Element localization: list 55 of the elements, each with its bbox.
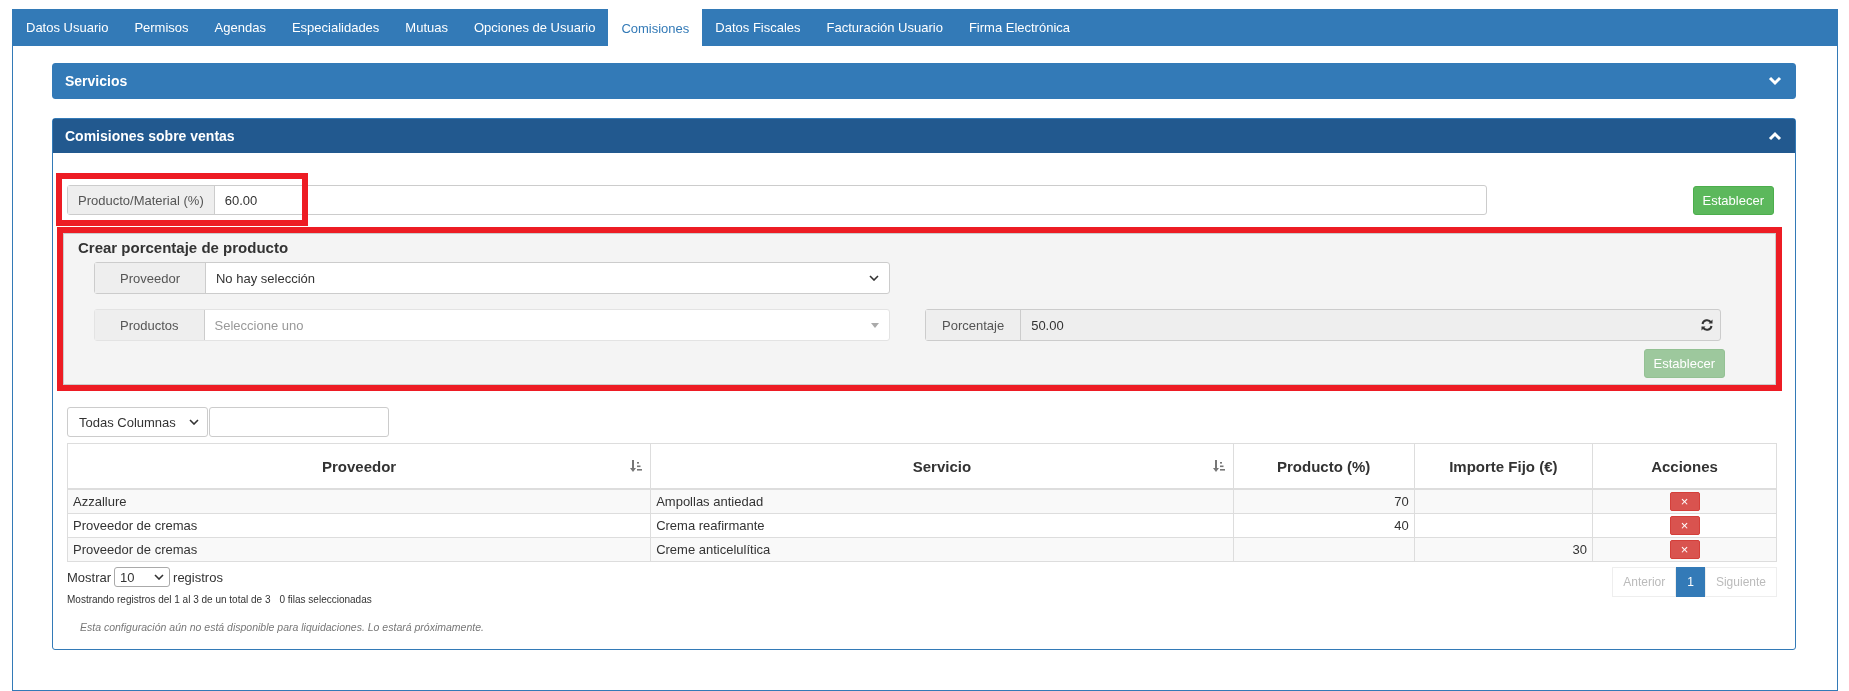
tab[interactable]: Datos Usuario bbox=[13, 9, 122, 46]
select-value: Todas Columnas bbox=[79, 414, 176, 430]
delete-button[interactable]: × bbox=[1669, 540, 1700, 559]
field-label: Producto/Material (%) bbox=[68, 186, 215, 214]
products-select[interactable]: Productos Seleccione uno bbox=[94, 309, 890, 341]
table-cell: 70 bbox=[1394, 494, 1409, 509]
tab[interactable]: Agendas bbox=[201, 9, 279, 46]
caret-icon bbox=[154, 574, 165, 580]
supplier-select[interactable]: Proveedor No hay selección bbox=[94, 262, 890, 294]
delete-button[interactable]: × bbox=[1669, 516, 1700, 535]
chevron-down-icon bbox=[1768, 76, 1782, 86]
panel-title: Servicios bbox=[65, 73, 128, 89]
sort-icon[interactable] bbox=[630, 460, 643, 472]
tab[interactable]: Comisiones bbox=[608, 9, 703, 46]
table-cell: 40 bbox=[1394, 518, 1409, 533]
tab[interactable]: Datos Fiscales bbox=[702, 9, 814, 46]
tab[interactable]: Especialidades bbox=[278, 9, 393, 46]
delete-button[interactable]: × bbox=[1669, 492, 1700, 511]
chevron-up-icon bbox=[1768, 131, 1782, 141]
percentage-field[interactable]: Producto/Material (%) 60.00 bbox=[67, 185, 1487, 215]
set-button[interactable]: Establecer bbox=[1692, 185, 1774, 215]
panel-title: Comisiones sobre ventas bbox=[65, 128, 235, 144]
select-placeholder: Seleccione uno bbox=[214, 317, 304, 333]
sort-icon[interactable] bbox=[1212, 460, 1225, 472]
panel-header[interactable]: Comisiones sobre ventas bbox=[53, 119, 1795, 153]
select-value: No hay selección bbox=[216, 270, 315, 286]
caret-icon bbox=[871, 322, 879, 328]
search-field[interactable] bbox=[209, 407, 389, 437]
tab[interactable]: Facturación Usuario bbox=[813, 9, 956, 46]
tab[interactable]: Opciones de Usuario bbox=[461, 9, 609, 46]
caret-icon bbox=[869, 275, 879, 281]
section-title: Crear porcentaje de producto bbox=[78, 239, 290, 256]
table-cell: Proveedor de cremas bbox=[73, 542, 198, 557]
tab[interactable]: Firma Electrónica bbox=[955, 9, 1084, 46]
page-size-select[interactable]: 10 bbox=[114, 567, 171, 587]
table-cell: Azzallure bbox=[73, 494, 127, 509]
caret-icon bbox=[189, 419, 199, 425]
table-cell: Crema reafirmante bbox=[656, 518, 765, 533]
tab[interactable]: Permisos bbox=[121, 9, 202, 46]
show-label: Mostrar bbox=[67, 569, 112, 585]
pagination-button[interactable]: 1 bbox=[1676, 567, 1705, 597]
records-info: Mostrando registros del 1 al 3 de un total de 3 bbox=[67, 594, 271, 605]
table-cell: Ampollas antiedad bbox=[656, 494, 764, 509]
field-label: Proveedor bbox=[95, 263, 206, 293]
table-cell: 30 bbox=[1572, 542, 1588, 557]
selection-info: 0 filas seleccionadas bbox=[279, 594, 372, 605]
records-label: registros bbox=[173, 569, 223, 585]
field-label: Productos bbox=[95, 310, 205, 340]
table-cell: Proveedor de cremas bbox=[73, 518, 198, 533]
field-label: Porcentaje bbox=[926, 310, 1022, 340]
column-select[interactable]: Todas Columnas bbox=[67, 407, 208, 437]
table-cell: Creme anticelulítica bbox=[656, 542, 771, 557]
panel-header[interactable]: Servicios bbox=[53, 64, 1795, 98]
info-note: Esta configuración aún no está disponible para liquidaciones. Lo estará próximamente. bbox=[80, 621, 485, 635]
tab[interactable]: Mutuas bbox=[392, 9, 461, 46]
